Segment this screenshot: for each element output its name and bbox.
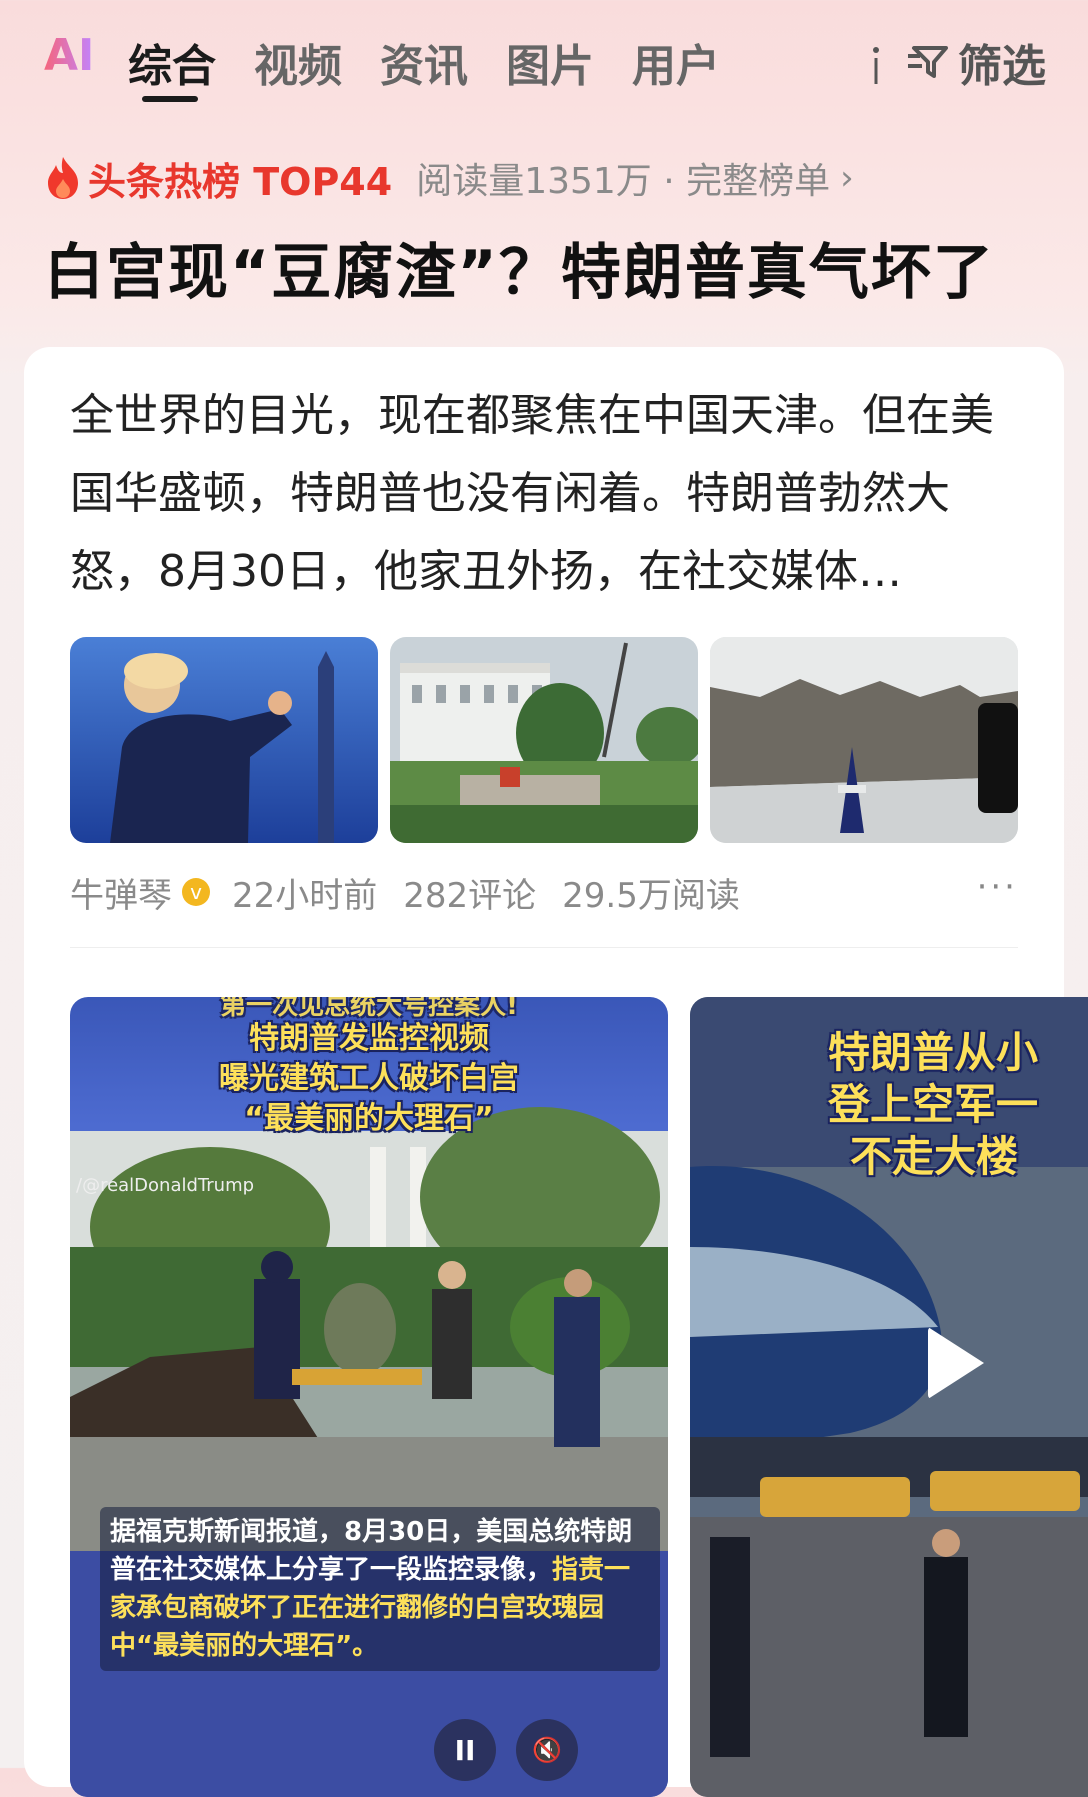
video-card-air-force-one[interactable]: 特朗普从小 登上空军一 不走大楼	[690, 997, 1088, 1797]
filter-button[interactable]: 筛选	[908, 30, 1046, 94]
tab-video[interactable]: 视频	[254, 30, 342, 94]
video-watermark: /@realDonaldTrump	[76, 1175, 255, 1196]
tab-images[interactable]: 图片	[506, 30, 594, 94]
hot-list-row[interactable]: 头条热榜 TOP44 阅读量1351万 · 完整榜单 ›	[44, 150, 854, 206]
tab-news[interactable]: 资讯	[380, 30, 468, 94]
video2-title-line-1: 特朗普从小	[828, 1028, 1039, 1077]
divider	[70, 947, 1018, 948]
read-count: 29.5万阅读	[562, 875, 740, 916]
thumbnail-white-house[interactable]	[390, 637, 698, 843]
tab-users[interactable]: 用户	[632, 30, 720, 94]
author-name[interactable]: 牛弹琴	[70, 868, 172, 917]
article-card[interactable]: 全世界的目光，现在都聚焦在中国天津。但在美国华盛顿，特朗普也没有闲着。特朗普勃然…	[24, 347, 1088, 1797]
thumbnail-trump[interactable]	[70, 637, 378, 843]
hot-list-meta: 阅读量1351万 · 完整榜单	[416, 161, 831, 202]
comment-count: 282评论	[403, 875, 537, 916]
video2-title-line-2: 登上空军一	[828, 1080, 1039, 1129]
page-title[interactable]: 白宫现“豆腐渣”？特朗普真气坏了	[44, 224, 1054, 311]
video-title-line-3: “最美丽的大理石”	[244, 1101, 494, 1136]
hot-list-label: 头条热榜 TOP44	[88, 159, 393, 204]
video-title-line-1: 特朗普发监控视频	[249, 1021, 489, 1056]
article-thumbnails	[70, 637, 1018, 843]
chevron-right-icon: ›	[840, 158, 854, 198]
filter-label: 筛选	[958, 41, 1046, 92]
divider-icon	[873, 47, 879, 84]
publish-time: 22小时前	[232, 875, 378, 916]
flame-icon	[48, 157, 78, 199]
active-tab-underline	[142, 96, 198, 102]
more-options-icon[interactable]: ···	[977, 867, 1018, 907]
video-title-line-2: 曝光建筑工人破坏白宫	[219, 1061, 519, 1096]
article-summary[interactable]: 全世界的目光，现在都聚焦在中国天津。但在美国华盛顿，特朗普也没有闲着。特朗普勃然…	[70, 377, 1010, 611]
pause-button[interactable]: II	[434, 1719, 496, 1781]
video-caption: 据福克斯新闻报道，8月30日，美国总统特朗普在社交媒体上分享了一段监控录像，指责…	[100, 1507, 660, 1671]
tab-ai[interactable]: AI	[44, 30, 94, 81]
article-meta: 牛弹琴 v 22小时前 282评论 29.5万阅读 ···	[70, 867, 1018, 917]
search-tabs: AI 综合 视频 资讯 图片 用户 筛选	[44, 18, 1058, 108]
play-icon[interactable]	[928, 1327, 984, 1399]
filter-icon	[908, 46, 948, 78]
verified-icon: v	[182, 878, 210, 906]
video-card-surveillance[interactable]: 第一次见总统大号控案人! 特朗普发监控视频 曝光建筑工人破坏白宫 “最美丽的大理…	[70, 997, 668, 1797]
video2-title-line-3: 不走大楼	[850, 1132, 1019, 1181]
tab-comprehensive[interactable]: 综合	[128, 30, 216, 94]
mute-button[interactable]: 🔇	[516, 1719, 578, 1781]
thumbnail-marble-floor[interactable]	[710, 637, 1018, 843]
